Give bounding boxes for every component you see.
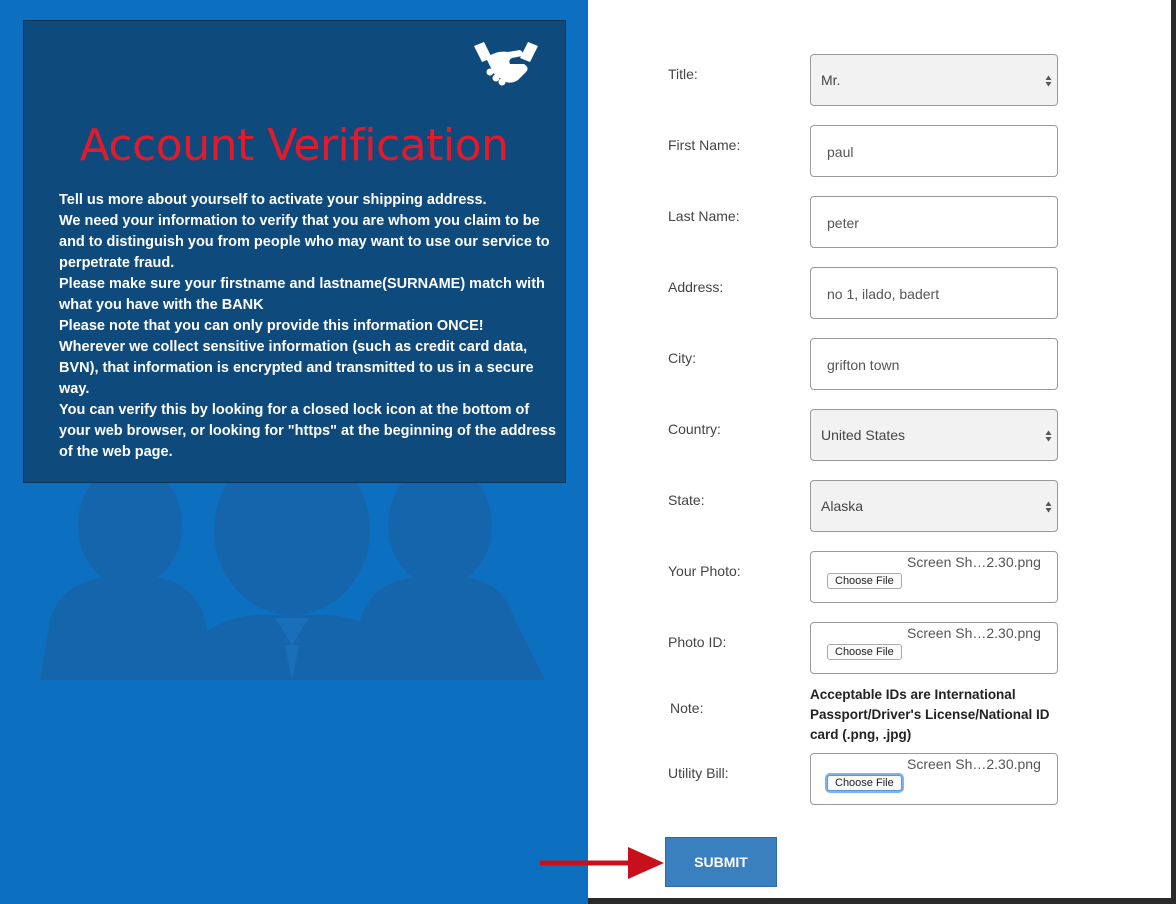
info-paragraph: Please note that you can only provide th… — [59, 318, 484, 334]
state-select-value: Alaska — [821, 498, 864, 514]
photo-id-file-input[interactable]: Screen Sh…2.30.png Choose File — [810, 622, 1058, 674]
title-select-value: Mr. — [821, 72, 841, 88]
window-edge-bottom — [588, 898, 1176, 904]
country-select[interactable]: United States — [810, 409, 1058, 461]
first-name-value: paul — [827, 144, 854, 160]
page-title: Account Verification — [79, 120, 509, 171]
info-paragraph: Please make sure your firstname and last… — [59, 276, 545, 313]
select-arrows-icon — [1045, 501, 1052, 513]
state-select[interactable]: Alaska — [810, 480, 1058, 532]
utility-bill-label: Utility Bill: — [668, 765, 729, 781]
photo-file-name: Screen Sh…2.30.png — [907, 554, 1041, 570]
address-input[interactable]: no 1, ilado, badert — [810, 267, 1058, 319]
last-name-label: Last Name: — [668, 208, 740, 224]
select-arrows-icon — [1045, 75, 1052, 87]
photo-id-label: Photo ID: — [668, 634, 727, 650]
photo-choose-file-button[interactable]: Choose File — [827, 573, 902, 589]
photo-id-choose-file-button[interactable]: Choose File — [827, 644, 902, 660]
utility-bill-file-input[interactable]: Screen Sh…2.30.png Choose File — [810, 753, 1058, 805]
photo-file-input[interactable]: Screen Sh…2.30.png Choose File — [810, 551, 1058, 603]
country-label: Country: — [668, 421, 721, 437]
first-name-label: First Name: — [668, 137, 741, 153]
info-paragraph: Wherever we collect sensitive informatio… — [59, 339, 534, 397]
note-text: Acceptable IDs are International Passpor… — [810, 687, 1050, 742]
state-label: State: — [668, 492, 705, 508]
first-name-input[interactable]: paul — [810, 125, 1058, 177]
city-value: grifton town — [827, 357, 900, 373]
title-select[interactable]: Mr. — [810, 54, 1058, 106]
address-label: Address: — [668, 279, 724, 295]
red-arrow-annotation — [540, 847, 664, 879]
utility-bill-file-name: Screen Sh…2.30.png — [907, 756, 1041, 772]
country-select-value: United States — [821, 427, 906, 443]
utility-bill-choose-file-button[interactable]: Choose File — [827, 775, 902, 791]
info-paragraph: We need your information to verify that … — [59, 213, 550, 271]
select-arrows-icon — [1045, 430, 1052, 442]
info-paragraph: You can verify this by looking for a clo… — [59, 402, 557, 460]
city-label: City: — [668, 350, 696, 366]
last-name-value: peter — [827, 215, 859, 231]
submit-button[interactable]: SUBMIT — [665, 837, 777, 887]
photo-label: Your Photo: — [668, 563, 741, 579]
info-text: Tell us more about yourself to activate … — [59, 190, 559, 463]
left-panel: Account Verification Tell us more about … — [0, 0, 588, 904]
info-paragraph: Tell us more about yourself to activate … — [59, 192, 487, 208]
last-name-input[interactable]: peter — [810, 196, 1058, 248]
window-edge — [1171, 0, 1176, 904]
people-silhouette-icon — [40, 470, 545, 680]
address-value: no 1, ilado, badert — [827, 286, 940, 302]
handshake-icon — [474, 42, 538, 86]
title-label: Title: — [668, 66, 698, 82]
city-input[interactable]: grifton town — [810, 338, 1058, 390]
note-label: Note: — [670, 700, 704, 716]
photo-id-file-name: Screen Sh…2.30.png — [907, 625, 1041, 641]
